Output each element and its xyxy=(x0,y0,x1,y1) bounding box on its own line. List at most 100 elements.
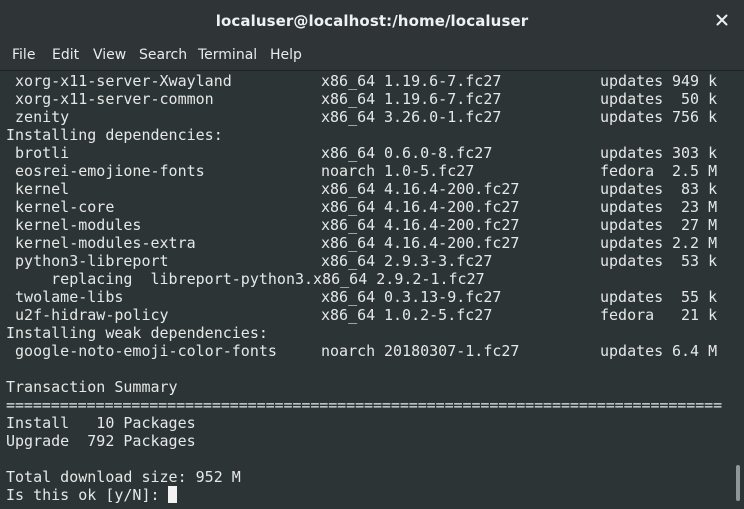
package-row: twolame-libs x86_64 0.3.13-9.fc27 update… xyxy=(6,288,717,306)
package-name: python3-libreport xyxy=(6,252,169,270)
package-name: eosrei-emojione-fonts xyxy=(6,162,205,180)
package-version: 4.16.4-200.fc27 xyxy=(384,198,520,216)
package-size: 53 k xyxy=(672,252,718,270)
package-repo: updates xyxy=(600,288,664,306)
package-size: 27 M xyxy=(672,216,718,234)
package-size: 2.5 M xyxy=(672,162,718,180)
package-row: zenity x86_64 3.26.0-1.fc27 updates 756 … xyxy=(6,108,717,126)
package-row: xorg-x11-server-Xwayland x86_64 1.19.6-7… xyxy=(6,72,717,90)
package-size: 21 k xyxy=(672,306,718,324)
upgrade-count: Upgrade 792 Packages xyxy=(6,432,196,450)
package-repo: fedora xyxy=(600,162,655,180)
title-bar[interactable]: localuser@localhost:/home/localuser xyxy=(0,0,744,43)
package-repo: fedora xyxy=(600,306,655,324)
package-arch: x86_64 xyxy=(321,72,376,90)
package-name: xorg-x11-server-Xwayland xyxy=(6,72,232,90)
package-row: brotli x86_64 0.6.0-8.fc27 updates 303 k xyxy=(6,144,717,162)
package-version: 3.26.0-1.fc27 xyxy=(384,108,502,126)
package-version: 4.16.4-200.fc27 xyxy=(384,234,520,252)
package-size: 2.2 M xyxy=(672,234,718,252)
package-arch: x86_64 xyxy=(321,198,376,216)
package-repo: updates xyxy=(600,90,664,108)
package-name: twolame-libs xyxy=(6,288,124,306)
replacement-note: replacing libreport-python3.x86_64 2.9.2… xyxy=(6,270,485,288)
package-version: 20180307-1.fc27 xyxy=(384,342,520,360)
menu-help[interactable]: Help xyxy=(270,47,302,63)
package-version: 0.3.13-9.fc27 xyxy=(384,288,502,306)
package-version: 2.9.3-3.fc27 xyxy=(384,252,493,270)
package-row: kernel-modules x86_64 4.16.4-200.fc27 up… xyxy=(6,216,717,234)
section-header: Installing dependencies: xyxy=(6,126,223,144)
package-row: kernel-core x86_64 4.16.4-200.fc27 updat… xyxy=(6,198,717,216)
package-arch: x86_64 xyxy=(321,288,376,306)
package-version: 1.19.6-7.fc27 xyxy=(384,72,502,90)
package-repo: updates xyxy=(600,342,664,360)
package-row: eosrei-emojione-fonts noarch 1.0-5.fc27 … xyxy=(6,162,717,180)
package-row: python3-libreport x86_64 2.9.3-3.fc27 up… xyxy=(6,252,717,270)
menu-bar: File Edit View Search Terminal Help xyxy=(0,42,744,71)
package-row: xorg-x11-server-common x86_64 1.19.6-7.f… xyxy=(6,90,717,108)
scrollbar-thumb[interactable] xyxy=(736,465,740,501)
section-header: Installing weak dependencies: xyxy=(6,324,268,342)
package-size: 756 k xyxy=(672,108,718,126)
package-arch: x86_64 xyxy=(321,252,376,270)
package-arch: x86_64 xyxy=(321,108,376,126)
package-version: 1.19.6-7.fc27 xyxy=(384,90,502,108)
package-version: 1.0-5.fc27 xyxy=(384,162,475,180)
package-name: u2f-hidraw-policy xyxy=(6,306,169,324)
package-name: kernel xyxy=(6,180,70,198)
package-arch: x86_64 xyxy=(321,144,376,162)
menu-file[interactable]: File xyxy=(12,47,35,63)
package-repo: updates xyxy=(600,144,664,162)
package-arch: x86_64 xyxy=(321,90,376,108)
install-count: Install 10 Packages xyxy=(6,414,196,432)
package-repo: updates xyxy=(600,108,664,126)
confirmation-prompt: Is this ok [y/N]: xyxy=(6,486,169,504)
menu-edit[interactable]: Edit xyxy=(52,47,79,63)
package-arch: x86_64 xyxy=(321,306,376,324)
package-version: 4.16.4-200.fc27 xyxy=(384,216,520,234)
package-size: 50 k xyxy=(672,90,718,108)
package-repo: updates xyxy=(600,180,664,198)
menu-view[interactable]: View xyxy=(93,47,126,63)
package-version: 0.6.0-8.fc27 xyxy=(384,144,493,162)
terminal-window: localuser@localhost:/home/localuser File… xyxy=(0,0,744,509)
close-icon[interactable] xyxy=(714,12,730,28)
package-size: 303 k xyxy=(672,144,718,162)
package-name: kernel-modules xyxy=(6,216,142,234)
window-title: localuser@localhost:/home/localuser xyxy=(215,12,529,30)
package-name: zenity xyxy=(6,108,70,126)
package-repo: updates xyxy=(600,234,664,252)
package-name: xorg-x11-server-common xyxy=(6,90,214,108)
package-row: kernel-modules-extra x86_64 4.16.4-200.f… xyxy=(6,234,717,252)
package-size: 23 M xyxy=(672,198,718,216)
package-arch: noarch xyxy=(321,162,376,180)
package-size: 6.4 M xyxy=(672,342,718,360)
package-row: u2f-hidraw-policy x86_64 1.0.2-5.fc27 fe… xyxy=(6,306,717,324)
package-repo: updates xyxy=(600,216,664,234)
package-size: 83 k xyxy=(672,180,718,198)
package-name: kernel-modules-extra xyxy=(6,234,196,252)
package-arch: noarch xyxy=(321,342,376,360)
download-size: Total download size: 952 M xyxy=(6,468,241,486)
separator-line: ========================================… xyxy=(6,396,723,414)
package-name: brotli xyxy=(6,144,70,162)
terminal-output[interactable]: xorg-x11-server-Xwayland x86_64 1.19.6-7… xyxy=(0,71,744,509)
package-repo: updates xyxy=(600,252,664,270)
package-row: google-noto-emoji-color-fonts noarch 201… xyxy=(6,342,717,360)
package-repo: updates xyxy=(600,198,664,216)
package-version: 4.16.4-200.fc27 xyxy=(384,180,520,198)
menu-terminal[interactable]: Terminal xyxy=(198,47,257,63)
package-size: 55 k xyxy=(672,288,718,306)
menu-search[interactable]: Search xyxy=(139,47,187,63)
package-name: google-noto-emoji-color-fonts xyxy=(6,342,277,360)
package-name: kernel-core xyxy=(6,198,115,216)
summary-heading: Transaction Summary xyxy=(6,378,178,396)
package-row: kernel x86_64 4.16.4-200.fc27 updates 83… xyxy=(6,180,717,198)
package-arch: x86_64 xyxy=(321,216,376,234)
text-cursor xyxy=(168,486,177,503)
package-arch: x86_64 xyxy=(321,234,376,252)
package-arch: x86_64 xyxy=(321,180,376,198)
package-repo: updates xyxy=(600,72,664,90)
package-version: 1.0.2-5.fc27 xyxy=(384,306,493,324)
